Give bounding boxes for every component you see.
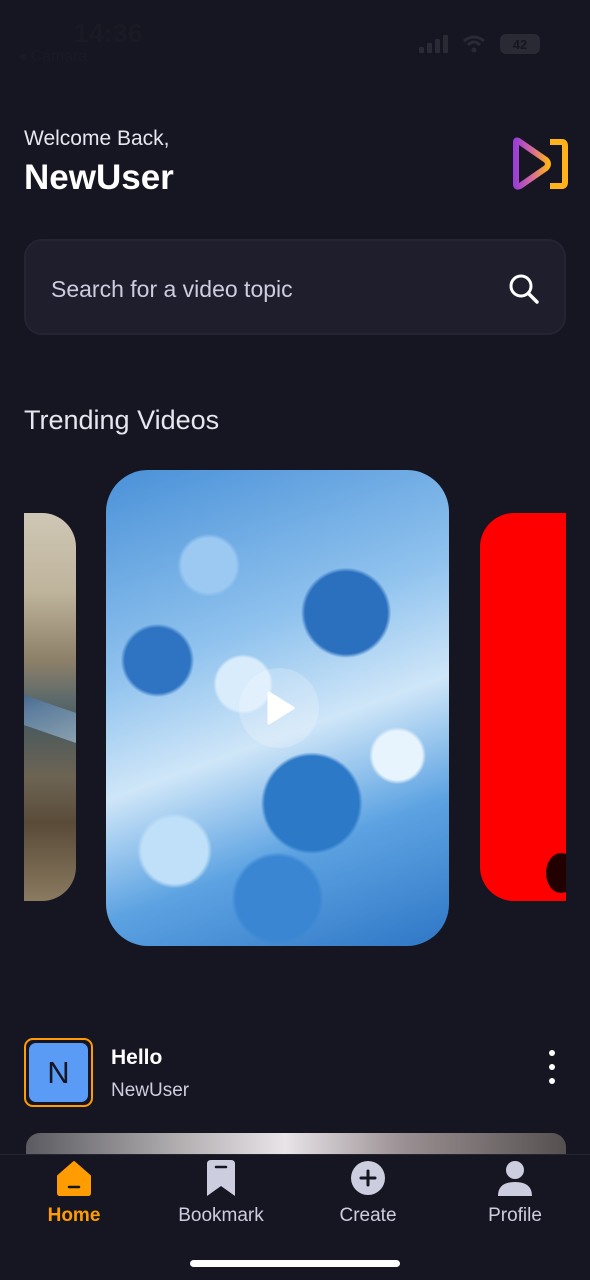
trending-video-card-previous[interactable] — [24, 513, 76, 901]
back-to-app-link[interactable]: ◂ Cámara — [18, 46, 87, 66]
tab-home-label: Home — [47, 1205, 101, 1226]
search-icon[interactable] — [508, 273, 540, 305]
trending-video-card-next[interactable] — [480, 513, 566, 901]
tab-create[interactable]: Create — [308, 1159, 428, 1239]
tab-profile[interactable]: Profile — [455, 1159, 575, 1239]
trending-videos-heading: Trending Videos — [24, 405, 220, 435]
status-bar: 14:36 ◂ Cámara 42 — [0, 0, 590, 80]
status-time: 14:36 — [74, 18, 143, 48]
video-title: Hello — [111, 1046, 163, 1069]
wifi-icon — [463, 35, 485, 53]
avatar-letter: N — [29, 1043, 88, 1102]
tab-bookmark-label: Bookmark — [178, 1205, 264, 1226]
play-icon[interactable] — [239, 668, 319, 748]
username-heading: NewUser — [24, 158, 174, 197]
avatar[interactable]: N — [24, 1038, 93, 1107]
welcome-text: Welcome Back, — [24, 127, 170, 150]
home-indicator[interactable] — [190, 1260, 400, 1267]
bookmark-icon — [207, 1160, 235, 1196]
battery-icon: 42 — [500, 34, 540, 54]
plus-circle-icon — [351, 1161, 385, 1195]
play-logo-icon — [513, 137, 568, 190]
video-author: NewUser — [111, 1080, 190, 1101]
status-icons: 42 — [419, 34, 540, 54]
tab-home[interactable]: Home — [14, 1159, 134, 1239]
more-vertical-icon[interactable] — [543, 1050, 561, 1084]
trending-video-card-active[interactable] — [106, 470, 449, 946]
tab-create-label: Create — [339, 1205, 397, 1226]
home-icon — [57, 1161, 91, 1196]
tab-profile-label: Profile — [488, 1205, 542, 1226]
profile-icon — [498, 1161, 532, 1196]
search-box — [24, 239, 566, 335]
tab-bookmark[interactable]: Bookmark — [161, 1159, 281, 1239]
signal-icon — [419, 35, 448, 53]
search-input[interactable] — [51, 271, 491, 307]
